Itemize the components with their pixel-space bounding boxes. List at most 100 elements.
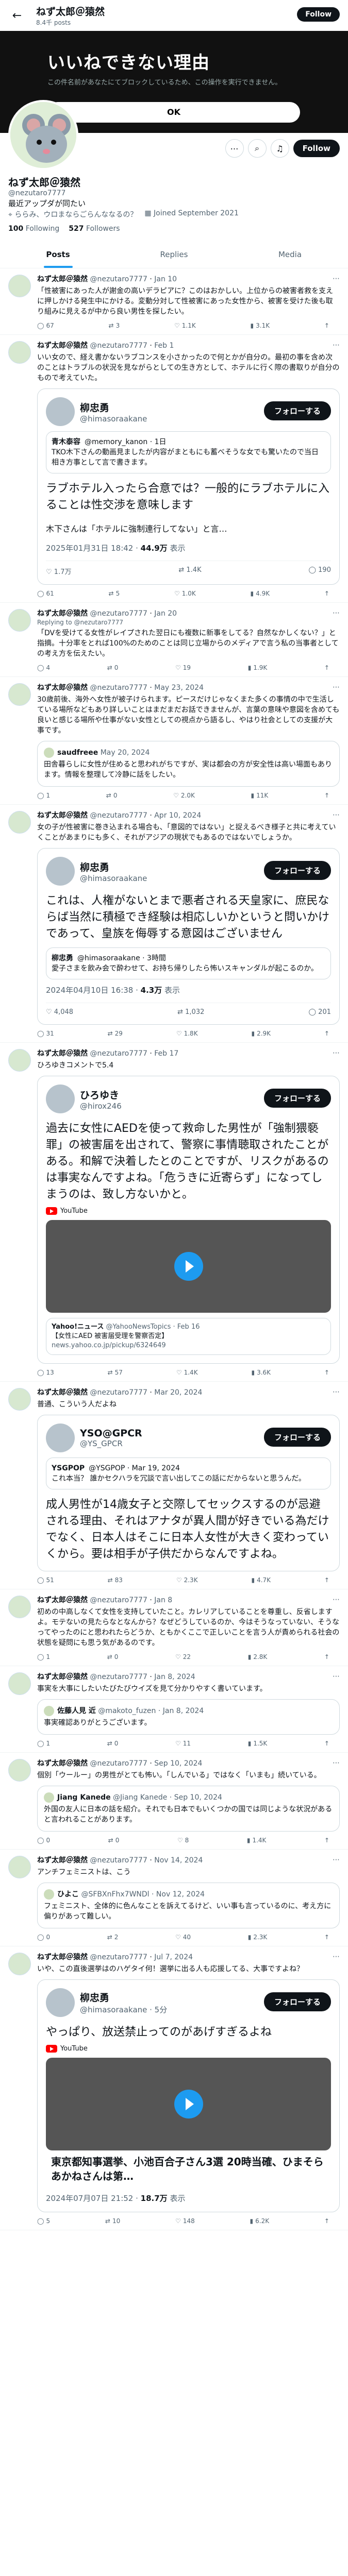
quoted-post[interactable]: ひよこ @SFBXnFhx7WNDl · Nov 12, 2024 フェミニスト、… (37, 1883, 340, 1928)
action-rt[interactable]: ⇄ 0 (107, 664, 119, 671)
action-views[interactable]: ▮ 2.9K (251, 1030, 271, 1037)
tab-replies[interactable]: Replies (116, 241, 232, 268)
post-author[interactable]: ねず太郎＠猿然 (37, 1388, 88, 1397)
post-avatar[interactable] (8, 1856, 31, 1878)
action-rt[interactable]: ⇄ 2 (107, 1934, 119, 1941)
action-views[interactable]: ▮ 2.8K (248, 1653, 268, 1660)
more-icon[interactable]: ⋯ (333, 1953, 340, 1961)
share-icon[interactable]: ↑ (324, 1934, 329, 1941)
embed-rts[interactable]: ⇄ 1.4K (178, 566, 201, 576)
post-author[interactable]: ねず太郎＠猿然 (37, 342, 88, 350)
action-rt[interactable]: ⇄ 29 (108, 1030, 123, 1037)
more-icon[interactable]: ⋯ (333, 1596, 340, 1604)
post-author[interactable]: ねず太郎＠猿然 (37, 1856, 88, 1865)
post-author[interactable]: ねず太郎＠猿然 (37, 1673, 88, 1681)
action-views[interactable]: ▮ 3.1K (251, 322, 270, 329)
play-icon[interactable] (174, 1252, 203, 1281)
action-rt[interactable]: ⇄ 5 (109, 590, 120, 597)
post-author[interactable]: ねず太郎＠猿然 (37, 609, 88, 618)
post-author[interactable]: ねず太郎＠猿然 (37, 1759, 88, 1768)
action-like[interactable]: ♡ 40 (175, 1934, 191, 1941)
profile-follow-button[interactable]: Follow (293, 140, 340, 157)
post-date[interactable]: Jan 10 (154, 275, 177, 283)
action-views[interactable]: ▮ 1.5K (248, 1740, 268, 1747)
post-date[interactable]: Mar 20, 2024 (154, 1388, 202, 1397)
embedded-tweet[interactable]: ひろゆき @hirox246 フォローする 過去に女性にAEDを使って救命した男性が「… (37, 1076, 340, 1364)
followers-link[interactable]: 527 Followers (69, 225, 120, 233)
embedded-tweet[interactable]: 柳忠勇 @himasoraakane · 5分 フォローする やっぱり、放送禁止っての… (37, 1979, 340, 2212)
post-avatar[interactable] (8, 1596, 31, 1618)
action-reply[interactable]: ◯ 1 (37, 1653, 50, 1660)
action-like[interactable]: ♡ 148 (175, 2217, 195, 2225)
action-like[interactable]: ♡ 11 (175, 1740, 191, 1747)
action-like[interactable]: ♡ 1.4K (176, 1369, 198, 1376)
action-reply[interactable]: ◯ 0 (37, 1934, 50, 1941)
embed-quoted-post[interactable]: YSGPOP @YSGPOP · Mar 19, 2024 これ本当？ 誰かセクハラ… (46, 1458, 331, 1489)
share-icon[interactable]: ↑ (324, 664, 329, 671)
header-follow-button[interactable]: Follow (297, 7, 340, 22)
post-author[interactable]: ねず太郎＠猿然 (37, 275, 88, 283)
share-icon[interactable]: ↑ (324, 1369, 329, 1376)
action-rt[interactable]: ⇄ 83 (108, 1577, 123, 1584)
embedded-tweet[interactable]: 柳忠勇 @himasoraakane フォローする これは、人権がないとまで悪者される… (37, 848, 340, 1025)
more-icon[interactable]: ⋯ (225, 139, 244, 158)
action-reply[interactable]: ◯ 51 (37, 1577, 54, 1584)
more-icon[interactable]: ⋯ (333, 1388, 340, 1396)
embed-follow-button[interactable]: フォローする (263, 1089, 331, 1108)
post-date[interactable]: Jan 8 (154, 1596, 172, 1604)
embed-follow-button[interactable]: フォローする (263, 1428, 331, 1447)
action-reply[interactable]: ◯ 61 (37, 590, 54, 597)
more-icon[interactable]: ⋯ (333, 341, 340, 349)
action-like[interactable]: ♡ 1.0K (174, 590, 196, 597)
action-reply[interactable]: ◯ 5 (37, 2217, 50, 2225)
play-icon[interactable] (174, 2090, 203, 2119)
action-rt[interactable]: ⇄ 0 (107, 1653, 119, 1660)
share-icon[interactable]: ↑ (324, 1653, 329, 1660)
avatar[interactable] (8, 100, 78, 170)
action-rt[interactable]: ⇄ 0 (107, 1740, 119, 1747)
tab-media[interactable]: Media (232, 241, 348, 268)
more-icon[interactable]: ⋯ (333, 1759, 340, 1767)
action-views[interactable]: ▮ 6.2K (250, 2217, 270, 2225)
action-reply[interactable]: ◯ 0 (37, 1837, 50, 1844)
post-avatar[interactable] (8, 609, 31, 632)
embed-likes[interactable]: ♡ 4,048 (46, 1008, 73, 1016)
embed-follow-button[interactable]: フォローする (263, 861, 331, 880)
action-views[interactable]: ▮ 11K (251, 792, 269, 799)
action-rt[interactable]: ⇄ 57 (108, 1369, 123, 1376)
action-rt[interactable]: ⇄ 0 (108, 1837, 120, 1844)
post-avatar[interactable] (8, 1388, 31, 1411)
action-like[interactable]: ♡ 19 (175, 664, 191, 671)
tab-posts[interactable]: Posts (0, 241, 116, 268)
action-reply[interactable]: ◯ 67 (37, 322, 54, 329)
embed-likes[interactable]: ♡ 1.7万 (46, 566, 71, 576)
share-icon[interactable]: ↑ (324, 1740, 329, 1747)
share-icon[interactable]: ↑ (324, 322, 329, 329)
share-icon[interactable]: ↑ (324, 2217, 329, 2225)
post-date[interactable]: Feb 1 (154, 342, 174, 350)
post-date[interactable]: Jan 20 (154, 609, 177, 618)
post-avatar[interactable] (8, 275, 31, 297)
share-icon[interactable]: ↑ (324, 590, 329, 597)
action-like[interactable]: ♡ 2.0K (173, 792, 195, 799)
embedded-tweet[interactable]: 柳忠勇 @himasoraakane フォローする 青木泰容 @memory_kanon… (37, 388, 340, 585)
post-date[interactable]: Jul 7, 2024 (154, 1953, 193, 1961)
action-views[interactable]: ▮ 2.3K (248, 1934, 268, 1941)
post-avatar[interactable] (8, 341, 31, 364)
post-date[interactable]: Jan 8, 2024 (154, 1673, 195, 1681)
post-avatar[interactable] (8, 1049, 31, 1072)
action-views[interactable]: ▮ 4.9K (251, 590, 270, 597)
action-like[interactable]: ♡ 8 (177, 1837, 189, 1844)
embedded-tweet[interactable]: YSO@GPCR @YS_GPCR フォローする YSGPOP @YSGPOP · Ma… (37, 1415, 340, 1571)
post-avatar[interactable] (8, 1759, 31, 1782)
embed-rts[interactable]: ⇄ 1,032 (177, 1008, 204, 1016)
video-player[interactable] (46, 2058, 331, 2150)
action-like[interactable]: ♡ 1.8K (176, 1030, 198, 1037)
action-rt[interactable]: ⇄ 3 (109, 322, 120, 329)
post-avatar[interactable] (8, 811, 31, 834)
more-icon[interactable]: ⋯ (333, 275, 340, 283)
action-reply[interactable]: ◯ 4 (37, 664, 50, 671)
post-avatar[interactable] (8, 1953, 31, 1975)
quoted-post[interactable]: 佐藤人見 近 @makoto_fuzen · Jan 8, 2024 事実確認あり… (37, 1699, 340, 1735)
action-rt[interactable]: ⇄ 10 (105, 2217, 120, 2225)
